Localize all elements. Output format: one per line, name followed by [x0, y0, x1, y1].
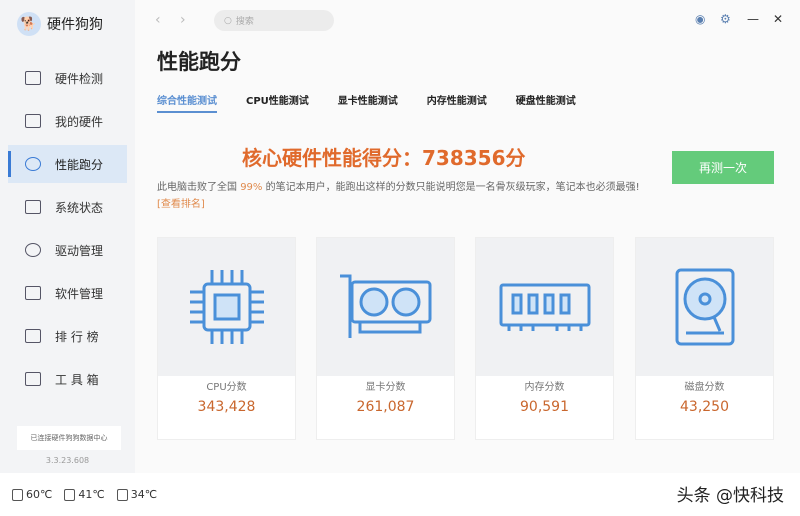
sidebar-item-my-hardware[interactable]: 我的硬件 — [8, 102, 127, 140]
sidebar-item-hardware-detect[interactable]: 硬件检测 — [8, 59, 127, 97]
search-icon: ○ — [224, 15, 232, 26]
temp-value: 60℃ — [26, 488, 53, 501]
app-logo: 🐕 硬件狗狗 — [17, 12, 103, 36]
percentile: 99% — [240, 182, 263, 193]
settings-icon[interactable]: ⚙ — [720, 12, 731, 26]
label: 排 行 榜 — [55, 329, 99, 344]
gpu-icon — [339, 274, 431, 338]
tab-cpu[interactable]: CPU性能测试 — [246, 92, 309, 113]
sidebar-item-drivers[interactable]: 驱动管理 — [8, 231, 127, 269]
label: 软件管理 — [55, 286, 104, 301]
tab-gpu[interactable]: 显卡性能测试 — [338, 92, 398, 113]
label: 我的硬件 — [55, 114, 104, 129]
app-title: 硬件狗狗 — [47, 17, 103, 33]
dog-logo-icon: 🐕 — [17, 12, 41, 36]
view-ranking-link[interactable]: [查看排名] — [157, 199, 205, 210]
total-score: 核心硬件性能得分：738356分 — [242, 146, 526, 170]
sidebar: 🐕 硬件狗狗 硬件检测 我的硬件 性能跑分 系统状态 驱动管理 软件管理 排 行 … — [0, 0, 135, 473]
sidebar-item-software[interactable]: 软件管理 — [8, 274, 127, 312]
card-label: 显卡分数 — [365, 382, 406, 393]
cpu-icon — [189, 270, 264, 344]
close-button[interactable]: ✕ — [773, 12, 783, 26]
gpu-score-card: 显卡分数 261,087 — [316, 237, 455, 440]
hard-disk-icon — [675, 268, 734, 346]
score-description: 此电脑击败了全国 99% 的笔记本用户，能跑出这样的分数只能说明您是一名骨灰级玩… — [157, 179, 647, 213]
status-bar: 60℃ 41℃ 34℃ 头条 @快科技 — [0, 473, 800, 516]
retest-button[interactable]: 再测一次 — [672, 151, 774, 184]
tab-overall[interactable]: 综合性能测试 — [157, 92, 217, 113]
label: 性能跑分 — [55, 157, 104, 172]
monitor-icon — [25, 71, 41, 85]
page-title: 性能跑分 — [157, 50, 241, 74]
disk-icon — [116, 488, 128, 501]
label: 驱动管理 — [55, 243, 104, 258]
desc-text: 此电脑击败了全国 — [157, 182, 241, 193]
sidebar-item-system-status[interactable]: 系统状态 — [8, 188, 127, 226]
gear-icon — [25, 243, 41, 257]
card-value: 261,087 — [356, 399, 415, 415]
apps-icon — [25, 286, 41, 300]
back-button[interactable]: ‹ — [155, 12, 161, 28]
card-value: 43,250 — [680, 399, 729, 415]
sidebar-item-benchmark[interactable]: 性能跑分 — [8, 145, 127, 183]
label: 系统状态 — [55, 200, 104, 215]
card-label: CPU分数 — [206, 382, 247, 393]
temp-value: 34℃ — [130, 488, 158, 501]
minimize-button[interactable]: — — [747, 12, 759, 26]
search-input[interactable]: ○ 搜索 — [214, 10, 334, 31]
watermark: 头条 @快科技 — [676, 486, 784, 506]
connection-status: 已连接硬件狗狗数据中心 — [17, 426, 121, 450]
cpu-icon — [12, 488, 23, 501]
tab-disk[interactable]: 硬盘性能测试 — [516, 92, 576, 113]
cpu-temp: 60℃ — [12, 488, 52, 501]
disk-score-card: 磁盘分数 43,250 — [635, 237, 774, 440]
card-label: 磁盘分数 — [684, 382, 725, 393]
gauge-icon — [25, 157, 41, 171]
temp-value: 41℃ — [78, 488, 105, 501]
toolbox-icon — [25, 372, 41, 386]
card-value: 343,428 — [197, 399, 256, 415]
card-value: 90,591 — [520, 399, 569, 415]
main-panel: ‹ › ○ 搜索 ◉ ⚙ — ✕ 性能跑分 综合性能测试 CPU性能测试 显卡性能… — [135, 0, 800, 473]
hardware-icon — [25, 114, 41, 128]
memory-score-card: 内存分数 90,591 — [475, 237, 614, 440]
sidebar-item-toolbox[interactable]: 工 具 箱 — [8, 360, 127, 398]
version: 3.3.23.608 — [45, 456, 90, 465]
gpu-icon — [64, 488, 76, 501]
memory-icon — [499, 283, 590, 331]
sidebar-item-ranking[interactable]: 排 行 榜 — [8, 317, 127, 355]
gpu-temp: 41℃ — [64, 488, 105, 501]
chart-icon — [25, 329, 41, 343]
tab-memory[interactable]: 内存性能测试 — [427, 92, 487, 113]
user-icon[interactable]: ◉ — [695, 12, 705, 26]
forward-button[interactable]: › — [180, 12, 186, 28]
disk-temp: 34℃ — [116, 488, 158, 501]
card-label: 内存分数 — [524, 382, 565, 393]
search-placeholder: 搜索 — [235, 17, 254, 27]
pulse-icon — [25, 200, 41, 214]
desc-text: 的笔记本用户，能跑出这样的分数只能说明您是一名骨灰级玩家，笔记本也必须最强! — [262, 182, 640, 193]
cpu-score-card: CPU分数 343,428 — [157, 237, 296, 440]
label: 工 具 箱 — [55, 372, 99, 387]
label: 硬件检测 — [55, 71, 104, 86]
tabs: 综合性能测试 CPU性能测试 显卡性能测试 内存性能测试 硬盘性能测试 — [157, 92, 576, 113]
